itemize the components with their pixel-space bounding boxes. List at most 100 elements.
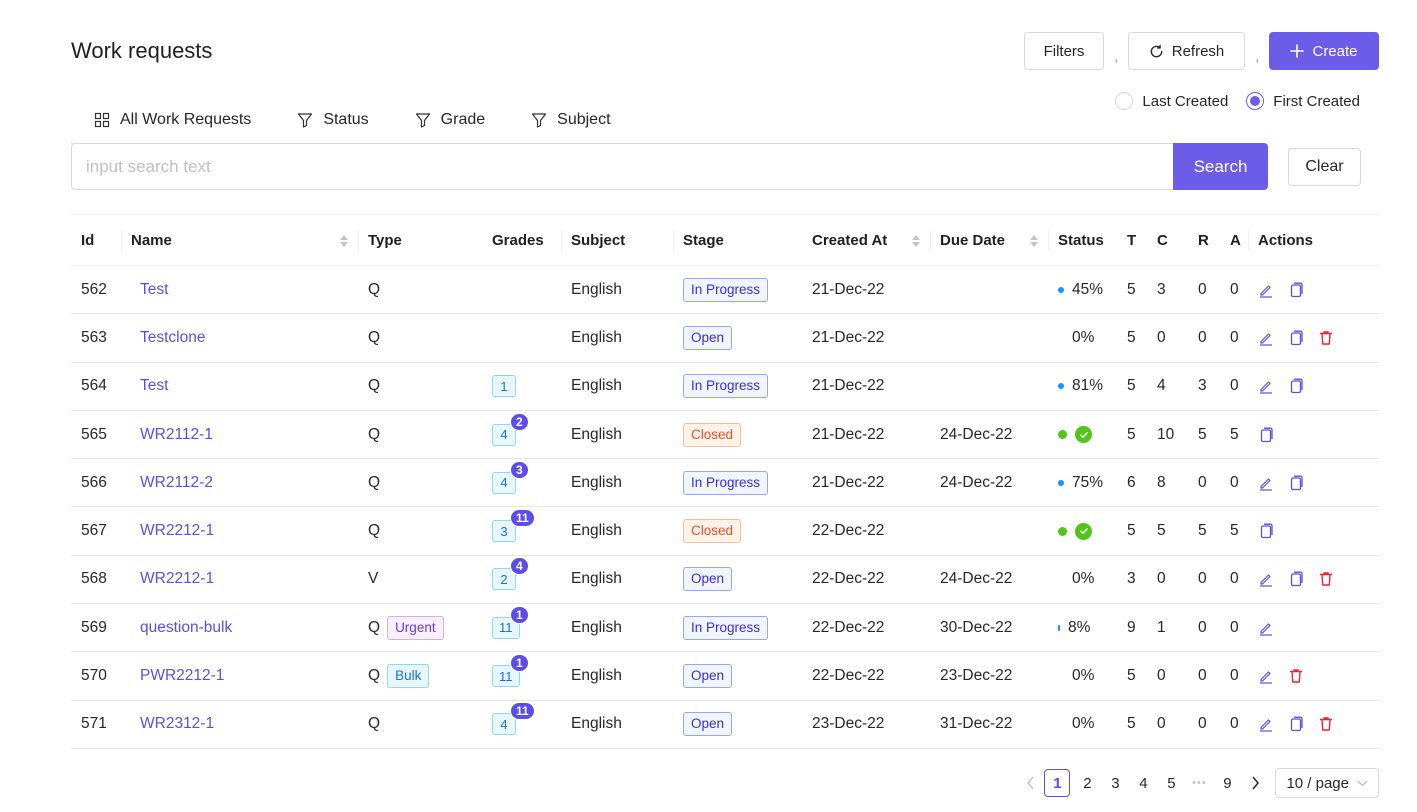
- filters-button[interactable]: Filters: [1024, 32, 1104, 70]
- next-page-button[interactable]: [1241, 769, 1269, 797]
- grade-tag[interactable]: 11 1: [492, 654, 529, 688]
- edit-icon[interactable]: [1258, 475, 1288, 491]
- grade-count-badge: 1: [510, 654, 529, 673]
- column-label: Subject: [571, 231, 626, 249]
- cell-due-date: 23-Dec-22: [940, 667, 1013, 685]
- row-actions: [1248, 411, 1379, 458]
- page-9-button[interactable]: 9: [1213, 769, 1241, 797]
- edit-icon[interactable]: [1258, 571, 1288, 588]
- work-request-name-link[interactable]: WR2112-1: [140, 426, 213, 444]
- grid-icon: [94, 112, 110, 128]
- stage-tag: In Progress: [683, 470, 769, 495]
- cell-a: 5: [1230, 425, 1239, 443]
- status-dot: [1058, 430, 1067, 440]
- edit-icon[interactable]: [1258, 282, 1288, 298]
- page-1-button[interactable]: 1: [1044, 769, 1071, 797]
- tab-subject[interactable]: Subject: [508, 100, 633, 134]
- grade-tag[interactable]: 4 11: [492, 702, 535, 736]
- tab-status[interactable]: Status: [274, 100, 391, 134]
- table-row: 571 WR2312-1 Q 4 11 English Open 23-Dec-2…: [71, 701, 1379, 749]
- work-request-name-link[interactable]: question-bulk: [140, 619, 232, 637]
- delete-icon[interactable]: [1318, 571, 1348, 587]
- work-request-name-link[interactable]: WR2112-2: [140, 474, 213, 492]
- delete-icon[interactable]: [1318, 716, 1348, 732]
- sort-icon: [1030, 235, 1038, 247]
- copy-icon[interactable]: [1288, 475, 1318, 491]
- edit-icon[interactable]: [1258, 716, 1288, 732]
- column-label: Actions: [1258, 231, 1314, 249]
- work-request-name-link[interactable]: Testclone: [140, 329, 205, 347]
- cell-a: 0: [1230, 667, 1239, 685]
- grade-tag[interactable]: 3 11: [492, 509, 535, 543]
- prev-page-button[interactable]: [1016, 769, 1044, 797]
- column-label: T: [1127, 231, 1137, 249]
- column-label: Type: [368, 231, 402, 249]
- column-header-created-at[interactable]: Created At: [802, 215, 930, 265]
- refresh-icon: [1149, 44, 1164, 59]
- column-label: Id: [81, 231, 95, 249]
- create-button[interactable]: Create: [1269, 32, 1379, 70]
- row-actions: [1248, 701, 1379, 748]
- page-size-select[interactable]: 10 / page: [1275, 768, 1379, 798]
- copy-icon[interactable]: [1288, 378, 1318, 394]
- page-4-button[interactable]: 4: [1129, 769, 1157, 797]
- edit-icon[interactable]: [1258, 620, 1288, 636]
- cell-status: 45%: [1048, 266, 1117, 313]
- cell-subject: English: [571, 328, 622, 346]
- clear-button[interactable]: Clear: [1288, 148, 1361, 186]
- grade-count-badge: 3: [510, 460, 529, 479]
- cell-r: 0: [1198, 618, 1207, 636]
- tab-grade[interactable]: Grade: [392, 100, 508, 134]
- grade-tag[interactable]: 11 1: [492, 605, 529, 639]
- column-header-name[interactable]: Name: [121, 215, 358, 265]
- cell-id: 563: [81, 328, 107, 346]
- delete-icon[interactable]: [1288, 668, 1318, 684]
- page-3-button[interactable]: 3: [1101, 769, 1129, 797]
- last-created-radio[interactable]: Last Created: [1115, 92, 1228, 110]
- grade-tag[interactable]: 42: [492, 412, 529, 446]
- edit-icon[interactable]: [1258, 330, 1288, 346]
- copy-icon[interactable]: [1288, 571, 1318, 587]
- page-ellipsis[interactable]: •••: [1185, 769, 1213, 797]
- filter-icon: [531, 112, 547, 128]
- copy-icon[interactable]: [1258, 523, 1288, 539]
- copy-icon[interactable]: [1288, 282, 1318, 298]
- edit-icon[interactable]: [1258, 668, 1288, 684]
- grade-tag[interactable]: 24: [492, 557, 529, 591]
- column-label: A: [1230, 231, 1241, 249]
- copy-icon[interactable]: [1288, 330, 1318, 346]
- stage-tag: Open: [683, 567, 733, 592]
- cell-status: 0%: [1048, 556, 1117, 603]
- work-request-name-link[interactable]: PWR2212-1: [140, 667, 224, 685]
- work-request-name-link[interactable]: WR2212-1: [140, 522, 214, 540]
- work-request-name-link[interactable]: Test: [140, 377, 168, 395]
- edit-icon[interactable]: [1258, 378, 1288, 394]
- refresh-button[interactable]: Refresh: [1128, 32, 1245, 70]
- work-request-name-link[interactable]: Test: [140, 281, 168, 299]
- first-created-radio[interactable]: First Created: [1246, 92, 1360, 110]
- search-input[interactable]: [71, 143, 1173, 190]
- cell-t: 5: [1127, 328, 1136, 346]
- type-value: Q: [368, 328, 381, 346]
- work-request-name-link[interactable]: WR2312-1: [140, 715, 214, 733]
- cell-c: 1: [1157, 618, 1166, 636]
- status-progress: 8%: [1068, 618, 1091, 636]
- table-row: 570 PWR2212-1 Q Bulk 11 1 English Open 22-…: [71, 652, 1379, 701]
- page-2-button[interactable]: 2: [1073, 769, 1101, 797]
- grade-tag[interactable]: 1: [492, 375, 516, 398]
- grade-tag[interactable]: 43: [492, 460, 529, 494]
- delete-icon[interactable]: [1318, 330, 1348, 346]
- column-header-due-date[interactable]: Due Date: [930, 215, 1048, 265]
- work-request-name-link[interactable]: WR2212-1: [140, 570, 214, 588]
- column-header-grades: Grades: [482, 215, 561, 265]
- copy-icon[interactable]: [1288, 716, 1318, 732]
- type-value: Q: [368, 522, 381, 540]
- grade-value: 3: [500, 523, 508, 539]
- grade-value: 4: [500, 427, 508, 443]
- copy-icon[interactable]: [1258, 427, 1288, 443]
- search-button[interactable]: Search: [1173, 143, 1268, 190]
- tab-all-work-requests[interactable]: All Work Requests: [71, 100, 274, 134]
- page-5-button[interactable]: 5: [1157, 769, 1185, 797]
- cell-status: 0%: [1048, 314, 1117, 361]
- cell-r: 5: [1198, 522, 1207, 540]
